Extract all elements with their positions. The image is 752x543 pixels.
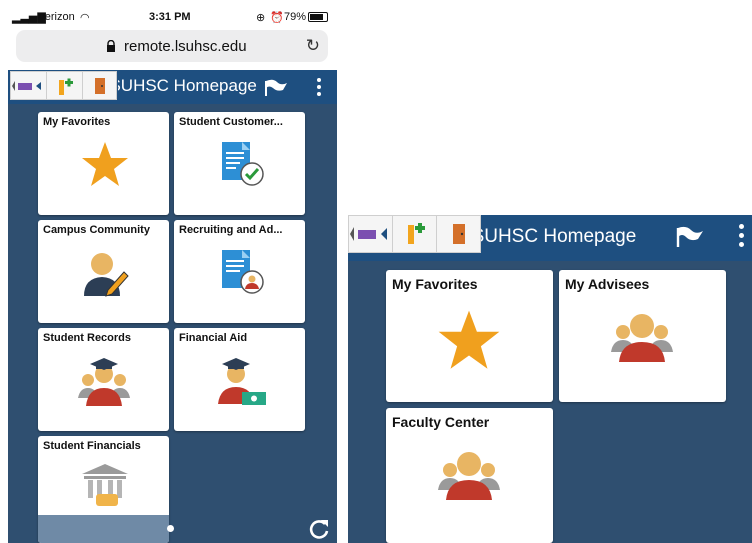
back-nav-icon bbox=[350, 227, 387, 241]
group-icon bbox=[611, 314, 673, 362]
tile-overlay bbox=[38, 515, 169, 543]
homepage-body: My Favorites Student Customer... Campus … bbox=[8, 104, 337, 543]
tile-title: My Favorites bbox=[392, 276, 478, 292]
tile-title: Student Customer... bbox=[179, 116, 283, 128]
battery-percent: 79% bbox=[284, 11, 307, 23]
group-icon bbox=[438, 452, 500, 500]
bank-icon bbox=[82, 464, 128, 506]
tile-financial-aid[interactable]: Financial Aid bbox=[174, 328, 305, 431]
wifi-icon: ◠ bbox=[80, 12, 90, 24]
tile-title: Student Financials bbox=[43, 440, 141, 452]
location-icon: ⊕ bbox=[256, 12, 266, 24]
tile-title: Financial Aid bbox=[179, 332, 248, 344]
lock-icon bbox=[107, 40, 115, 52]
back-nav-button[interactable] bbox=[349, 216, 393, 252]
tile-student-financials[interactable]: Student Financials bbox=[38, 436, 169, 543]
tablet-screenshot: LSUHSC Homepage My Favorites My Advisees bbox=[348, 215, 752, 543]
carrier-label: Verizon bbox=[38, 11, 75, 23]
banner: LSUHSC Homepage bbox=[348, 215, 752, 261]
graduates-icon bbox=[78, 358, 130, 406]
url-text: remote.lsuhsc.edu bbox=[124, 38, 247, 55]
add-to-homepage-icon bbox=[408, 223, 425, 244]
battery-icon bbox=[308, 12, 328, 22]
alarm-icon: ⏰ bbox=[270, 12, 284, 24]
tile-title: Recruiting and Ad... bbox=[179, 224, 283, 236]
flag-icon[interactable] bbox=[675, 225, 705, 249]
tile-title: My Advisees bbox=[565, 276, 650, 292]
banner-title: LSUHSC Homepage bbox=[461, 226, 637, 247]
flag-icon[interactable] bbox=[263, 78, 289, 98]
homepage-body: My Favorites My Advisees Faculty Center bbox=[348, 261, 752, 543]
tile-student-customer[interactable]: Student Customer... bbox=[174, 112, 305, 215]
url-bar[interactable]: remote.lsuhsc.edu ↻ bbox=[16, 30, 328, 62]
refresh-icon[interactable] bbox=[308, 518, 330, 540]
tile-student-records[interactable]: Student Records bbox=[38, 328, 169, 431]
reload-icon[interactable]: ↻ bbox=[306, 36, 320, 56]
page-indicator-dot bbox=[167, 525, 174, 532]
tile-title: Student Records bbox=[43, 332, 132, 344]
phone-screenshot: ▂▃▅▇ Verizon ◠ 3:31 PM ⊕ ⏰ 79% remote.ls… bbox=[8, 0, 337, 543]
tile-my-favorites[interactable]: My Favorites bbox=[386, 270, 553, 402]
star-icon bbox=[82, 142, 128, 186]
document-check-icon bbox=[222, 142, 264, 186]
tile-faculty-center[interactable]: Faculty Center bbox=[386, 408, 553, 543]
tile-title: Campus Community bbox=[43, 224, 150, 236]
actions-menu-icon[interactable] bbox=[317, 78, 321, 96]
tile-title: Faculty Center bbox=[392, 414, 490, 430]
add-to-homepage-icon bbox=[59, 78, 73, 95]
graduate-money-icon bbox=[218, 358, 266, 405]
tile-campus-community[interactable]: Campus Community bbox=[38, 220, 169, 323]
document-person-icon bbox=[222, 250, 264, 294]
add-to-homepage-button[interactable] bbox=[47, 72, 83, 99]
person-pencil-icon bbox=[84, 253, 129, 297]
tile-title: My Favorites bbox=[43, 116, 111, 128]
tile-my-advisees[interactable]: My Advisees bbox=[559, 270, 726, 402]
actions-menu-icon[interactable] bbox=[739, 224, 744, 247]
add-to-homepage-button[interactable] bbox=[393, 216, 437, 252]
banner-title: LSUHSC Homepage bbox=[100, 76, 257, 95]
back-nav-button[interactable] bbox=[11, 72, 47, 99]
banner: LSUHSC Homepage bbox=[8, 70, 337, 104]
star-icon bbox=[438, 310, 500, 369]
tile-recruiting[interactable]: Recruiting and Ad... bbox=[174, 220, 305, 323]
back-nav-icon bbox=[12, 81, 41, 91]
tile-my-favorites[interactable]: My Favorites bbox=[38, 112, 169, 215]
clock: 3:31 PM bbox=[149, 11, 191, 23]
status-bar: ▂▃▅▇ Verizon ◠ 3:31 PM ⊕ ⏰ 79% bbox=[8, 0, 337, 34]
